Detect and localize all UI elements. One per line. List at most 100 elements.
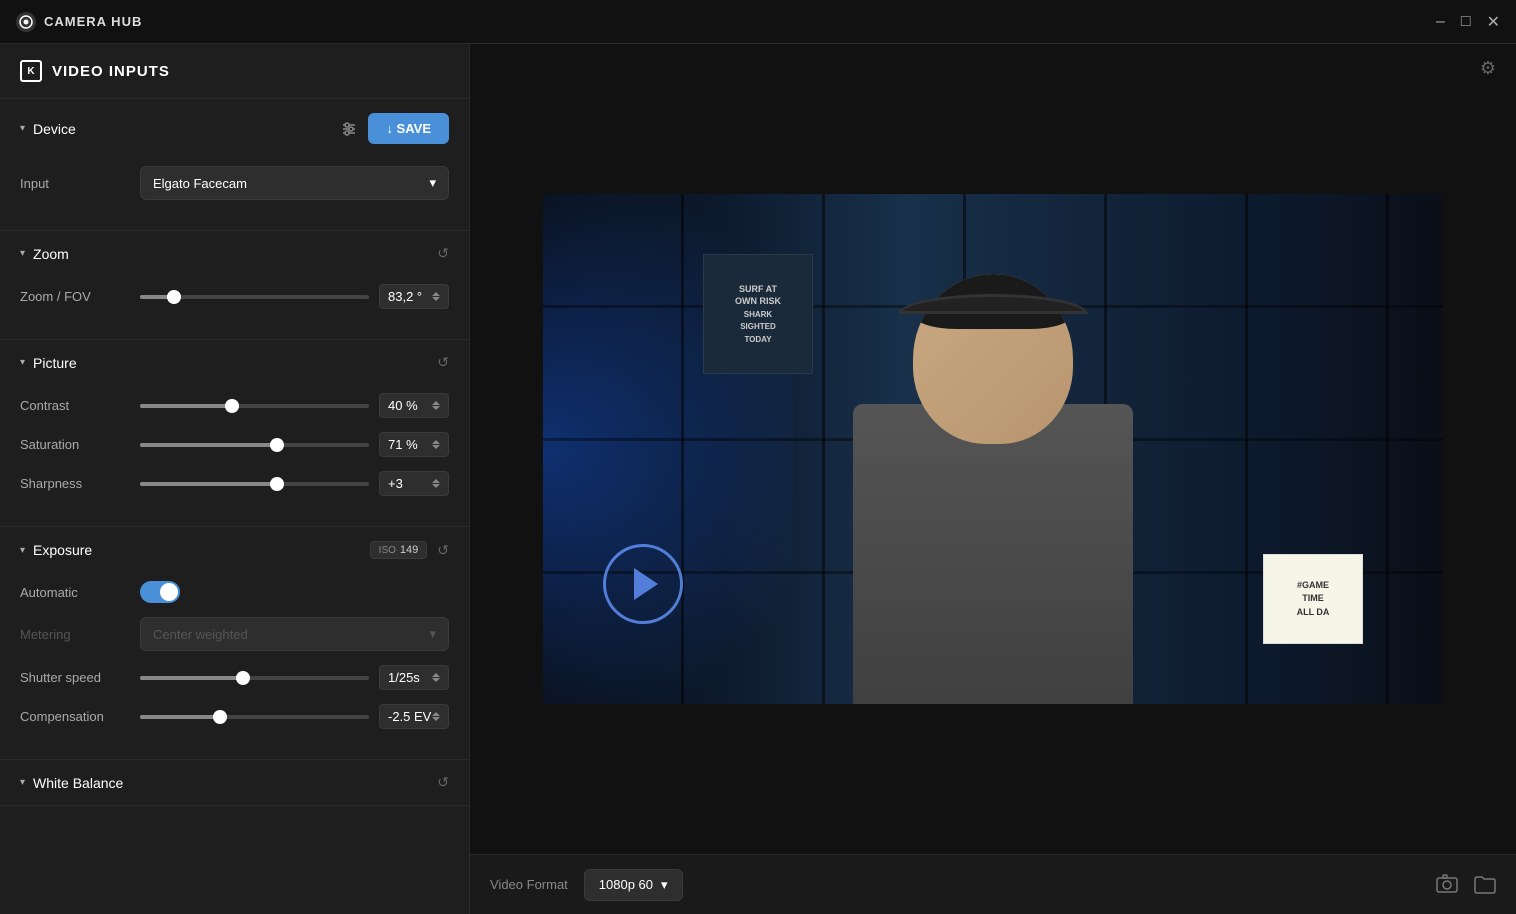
zoom-section-header-left: ▾ Zoom [20, 246, 69, 262]
compensation-up-arrow[interactable] [432, 712, 440, 716]
compensation-slider[interactable] [140, 715, 369, 719]
device-section: ▾ Device ↓ SAVE Inpu [0, 99, 469, 231]
saturation-value-text: 71 % [388, 437, 418, 452]
zoom-section-header[interactable]: ▾ Zoom ↺ [0, 231, 469, 276]
picture-section-header[interactable]: ▾ Picture ↺ [0, 340, 469, 385]
video-inputs-icon-label: K [27, 66, 34, 77]
compensation-spinner[interactable] [432, 712, 440, 721]
picture-section-header-left: ▾ Picture [20, 355, 77, 371]
saturation-label: Saturation [20, 437, 140, 452]
sharpness-row: Sharpness +3 [20, 471, 449, 496]
game-sign: #GAMETIMEALL DA [1263, 554, 1363, 644]
panel-header: K VIDEO INPUTS [0, 44, 469, 99]
shutter-fill [140, 676, 243, 680]
automatic-label: Automatic [20, 585, 140, 600]
contrast-down-arrow[interactable] [432, 406, 440, 410]
input-dropdown[interactable]: Elgato Facecam ▾ [140, 166, 449, 200]
iso-value: 149 [400, 544, 418, 556]
saturation-spinner[interactable] [432, 440, 440, 449]
device-section-body: Input Elgato Facecam ▾ [0, 158, 469, 230]
zoom-fov-slider-fill [140, 295, 174, 299]
saturation-slider-wrapper [140, 443, 369, 447]
folder-icon[interactable] [1474, 876, 1496, 894]
automatic-row: Automatic [20, 581, 449, 603]
zoom-fov-down-arrow[interactable] [432, 297, 440, 301]
sharpness-up-arrow[interactable] [432, 479, 440, 483]
compensation-row: Compensation -2.5 EV [20, 704, 449, 729]
sharpness-down-arrow[interactable] [432, 484, 440, 488]
zoom-reset-icon[interactable]: ↺ [437, 245, 449, 262]
app-icon [16, 12, 36, 32]
camera-preview: SURF ATOWN RISKSHARKSIGHTEDTODAY #GAMETI… [470, 44, 1516, 854]
compensation-slider-wrapper [140, 715, 369, 719]
device-section-header[interactable]: ▾ Device ↓ SAVE [0, 99, 469, 158]
format-dropdown[interactable]: 1080p 60 ▾ [584, 869, 683, 901]
shutter-up-arrow[interactable] [432, 673, 440, 677]
saturation-slider[interactable] [140, 443, 369, 447]
sharpness-slider[interactable] [140, 482, 369, 486]
compensation-value: -2.5 EV [379, 704, 449, 729]
exposure-section-header[interactable]: ▾ Exposure ISO 149 ↺ [0, 527, 469, 573]
left-panel: K VIDEO INPUTS ▾ Device [0, 44, 470, 914]
close-button[interactable]: ✕ [1487, 12, 1500, 32]
sharpness-slider-wrapper [140, 482, 369, 486]
title-bar-controls: – □ ✕ [1436, 12, 1500, 32]
surf-sign: SURF ATOWN RISKSHARKSIGHTEDTODAY [703, 254, 813, 374]
zoom-fov-label: Zoom / FOV [20, 289, 140, 304]
device-section-label: Device [33, 121, 76, 137]
metering-dropdown-chevron: ▾ [429, 626, 436, 642]
zoom-fov-up-arrow[interactable] [432, 292, 440, 296]
zoom-fov-slider-container [140, 295, 369, 299]
minimize-button[interactable]: – [1436, 13, 1445, 31]
white-balance-section-header-left: ▾ White Balance [20, 775, 123, 791]
metering-dropdown[interactable]: Center weighted ▾ [140, 617, 449, 651]
saturation-down-arrow[interactable] [432, 445, 440, 449]
contrast-value-text: 40 % [388, 398, 418, 413]
zoom-fov-slider[interactable] [140, 295, 369, 299]
shutter-spinner[interactable] [432, 673, 440, 682]
video-inputs-icon: K [20, 60, 42, 82]
compensation-down-arrow[interactable] [432, 717, 440, 721]
picture-section-body: Contrast 40 % [0, 385, 469, 526]
sharpness-spinner[interactable] [432, 479, 440, 488]
device-header-actions: ↓ SAVE [340, 113, 449, 144]
sliders-icon[interactable] [340, 120, 358, 138]
device-chevron-icon: ▾ [20, 123, 25, 134]
contrast-slider[interactable] [140, 404, 369, 408]
compensation-thumb [213, 710, 227, 724]
panel-header-left: K VIDEO INPUTS [20, 60, 170, 82]
sharpness-thumb [270, 477, 284, 491]
white-balance-section-header[interactable]: ▾ White Balance ↺ [0, 760, 469, 805]
compensation-label: Compensation [20, 709, 140, 724]
zoom-fov-spinner[interactable] [432, 292, 440, 301]
shutter-down-arrow[interactable] [432, 678, 440, 682]
saturation-up-arrow[interactable] [432, 440, 440, 444]
picture-section-label: Picture [33, 355, 77, 371]
body [853, 404, 1133, 704]
exposure-section-label: Exposure [33, 542, 92, 558]
screenshot-icon[interactable] [1436, 874, 1458, 896]
automatic-toggle[interactable] [140, 581, 180, 603]
shutter-slider[interactable] [140, 676, 369, 680]
exposure-section-header-left: ▾ Exposure [20, 542, 92, 558]
contrast-value: 40 % [379, 393, 449, 418]
shutter-thumb [236, 671, 250, 685]
shutter-row: Shutter speed 1/25s [20, 665, 449, 690]
contrast-up-arrow[interactable] [432, 401, 440, 405]
device-section-header-left: ▾ Device [20, 121, 76, 137]
white-balance-reset-icon[interactable]: ↺ [437, 774, 449, 791]
contrast-spinner[interactable] [432, 401, 440, 410]
input-row: Input Elgato Facecam ▾ [20, 166, 449, 200]
exposure-section: ▾ Exposure ISO 149 ↺ Automatic [0, 527, 469, 760]
picture-section: ▾ Picture ↺ Contrast [0, 340, 469, 527]
camera-scene: SURF ATOWN RISKSHARKSIGHTEDTODAY #GAMETI… [543, 194, 1443, 704]
maximize-button[interactable]: □ [1461, 13, 1471, 31]
sharpness-value-text: +3 [388, 476, 403, 491]
saturation-row: Saturation 71 % [20, 432, 449, 457]
save-button[interactable]: ↓ SAVE [368, 113, 449, 144]
settings-icon[interactable]: ⚙ [1480, 58, 1496, 79]
metering-row: Metering Center weighted ▾ [20, 617, 449, 651]
exposure-reset-icon[interactable]: ↺ [437, 542, 449, 559]
picture-reset-icon[interactable]: ↺ [437, 354, 449, 371]
surf-sign-text: SURF ATOWN RISKSHARKSIGHTEDTODAY [735, 283, 781, 346]
